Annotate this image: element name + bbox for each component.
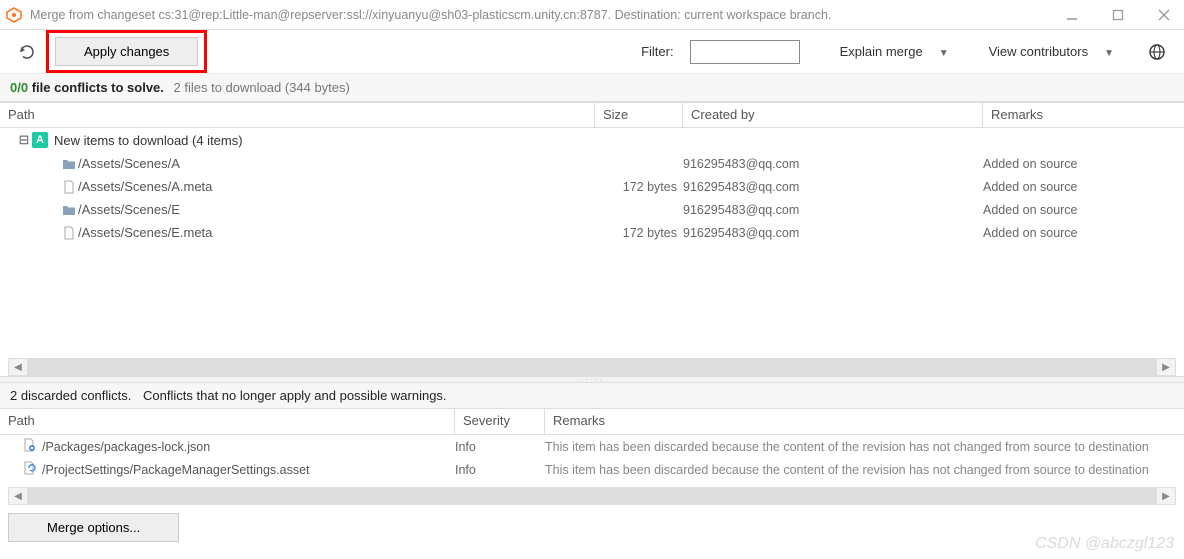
explain-merge-button[interactable]: Explain merge▼ [840,44,949,59]
scrollbar-thumb[interactable] [27,488,1157,504]
file-remarks: Added on source [983,226,1184,240]
scroll-right-icon[interactable]: ▶ [1157,488,1175,504]
view-contributors-button[interactable]: View contributors▼ [989,44,1114,59]
bottom-bar: Merge options... [0,505,1184,550]
pane-splitter[interactable]: ····· [0,376,1184,383]
file-path: /Assets/Scenes/A [78,156,180,171]
highlight-box: Apply changes [46,30,207,73]
file-icon [60,226,78,240]
file-size: 172 bytes [595,226,683,240]
column2-remarks[interactable]: Remarks [545,409,1184,434]
file-sync-icon [22,461,36,478]
items-table-header: Path Size Created by Remarks [0,102,1184,128]
collapse-icon[interactable]: ⊟ [18,132,30,148]
column-size[interactable]: Size [595,103,683,127]
app-icon [6,7,22,23]
column-path[interactable]: Path [0,103,595,127]
file-path: /Assets/Scenes/E.meta [78,225,212,240]
file-remarks: Added on source [983,203,1184,217]
discarded-count: 2 discarded conflicts. [10,388,131,403]
file-path: /Assets/Scenes/E [78,202,180,217]
file-lock-icon [22,438,36,455]
conflict-count: 0/0 [10,80,28,95]
download-text: 2 files to download (344 bytes) [174,80,350,95]
maximize-button[interactable] [1104,9,1132,21]
folder-icon [60,157,78,171]
filter-label: Filter: [641,44,674,59]
discarded-remarks: This item has been discarded because the… [545,440,1184,454]
table-row[interactable]: /Assets/Scenes/E.meta 172 bytes916295483@… [0,221,1184,244]
window-controls [1058,9,1178,21]
conflict-text: file conflicts to solve. [32,80,164,95]
table-row[interactable]: /ProjectSettings/PackageManagerSettings.… [0,458,1184,481]
titlebar: Merge from changeset cs:31@rep:Little-ma… [0,0,1184,30]
table-row[interactable]: /Assets/Scenes/A 916295483@qq.comAdded on… [0,152,1184,175]
window-title: Merge from changeset cs:31@rep:Little-ma… [30,8,1058,22]
discarded-severity: Info [455,440,545,454]
file-created-by: 916295483@qq.com [683,157,983,171]
chevron-down-icon: ▼ [1104,48,1114,59]
discarded-path: /ProjectSettings/PackageManagerSettings.… [42,463,310,477]
toolbar: Apply changes Filter: Explain merge▼ Vie… [0,30,1184,74]
column-created-by[interactable]: Created by [683,103,983,127]
file-size: 172 bytes [595,180,683,194]
file-path: /Assets/Scenes/A.meta [78,179,212,194]
file-remarks: Added on source [983,180,1184,194]
file-remarks: Added on source [983,157,1184,171]
discarded-remarks: This item has been discarded because the… [545,463,1184,477]
table-row[interactable]: /Assets/Scenes/A.meta 172 bytes916295483@… [0,175,1184,198]
group-row[interactable]: ⊟ A New items to download (4 items) [0,128,1184,152]
column-remarks[interactable]: Remarks [983,103,1184,127]
table-row[interactable]: /Assets/Scenes/E 916295483@qq.comAdded on… [0,198,1184,221]
discarded-table-header: Path Severity Remarks [0,409,1184,435]
scrollbar-thumb[interactable] [27,359,1157,375]
globe-icon[interactable] [1148,43,1166,61]
apply-changes-button[interactable]: Apply changes [55,37,198,66]
chevron-down-icon: ▼ [939,48,949,59]
filter-input[interactable] [690,40,800,64]
file-created-by: 916295483@qq.com [683,226,983,240]
column2-path[interactable]: Path [0,409,455,434]
scroll-left-icon[interactable]: ◀ [9,359,27,375]
file-created-by: 916295483@qq.com [683,203,983,217]
discarded-path: /Packages/packages-lock.json [42,440,210,454]
items-list: ⊟ A New items to download (4 items) /Ass… [0,128,1184,356]
merge-options-button[interactable]: Merge options... [8,513,179,542]
file-created-by: 916295483@qq.com [683,180,983,194]
discarded-list: /Packages/packages-lock.json InfoThis ite… [0,435,1184,481]
discarded-desc: Conflicts that no longer apply and possi… [143,388,447,403]
refresh-icon[interactable] [18,43,36,61]
horizontal-scrollbar[interactable]: ◀ ▶ [8,358,1176,376]
close-button[interactable] [1150,9,1178,21]
minimize-button[interactable] [1058,9,1086,21]
group-label: New items to download (4 items) [54,133,243,148]
folder-icon [60,203,78,217]
discarded-severity: Info [455,463,545,477]
horizontal-scrollbar[interactable]: ◀ ▶ [8,487,1176,505]
scroll-left-icon[interactable]: ◀ [9,488,27,504]
discarded-banner: 2 discarded conflicts. Conflicts that no… [0,383,1184,409]
scroll-right-icon[interactable]: ▶ [1157,359,1175,375]
file-icon [60,180,78,194]
conflicts-banner: 0/0 file conflicts to solve. 2 files to … [0,74,1184,102]
column2-severity[interactable]: Severity [455,409,545,434]
added-badge-icon: A [32,132,48,148]
table-row[interactable]: /Packages/packages-lock.json InfoThis ite… [0,435,1184,458]
